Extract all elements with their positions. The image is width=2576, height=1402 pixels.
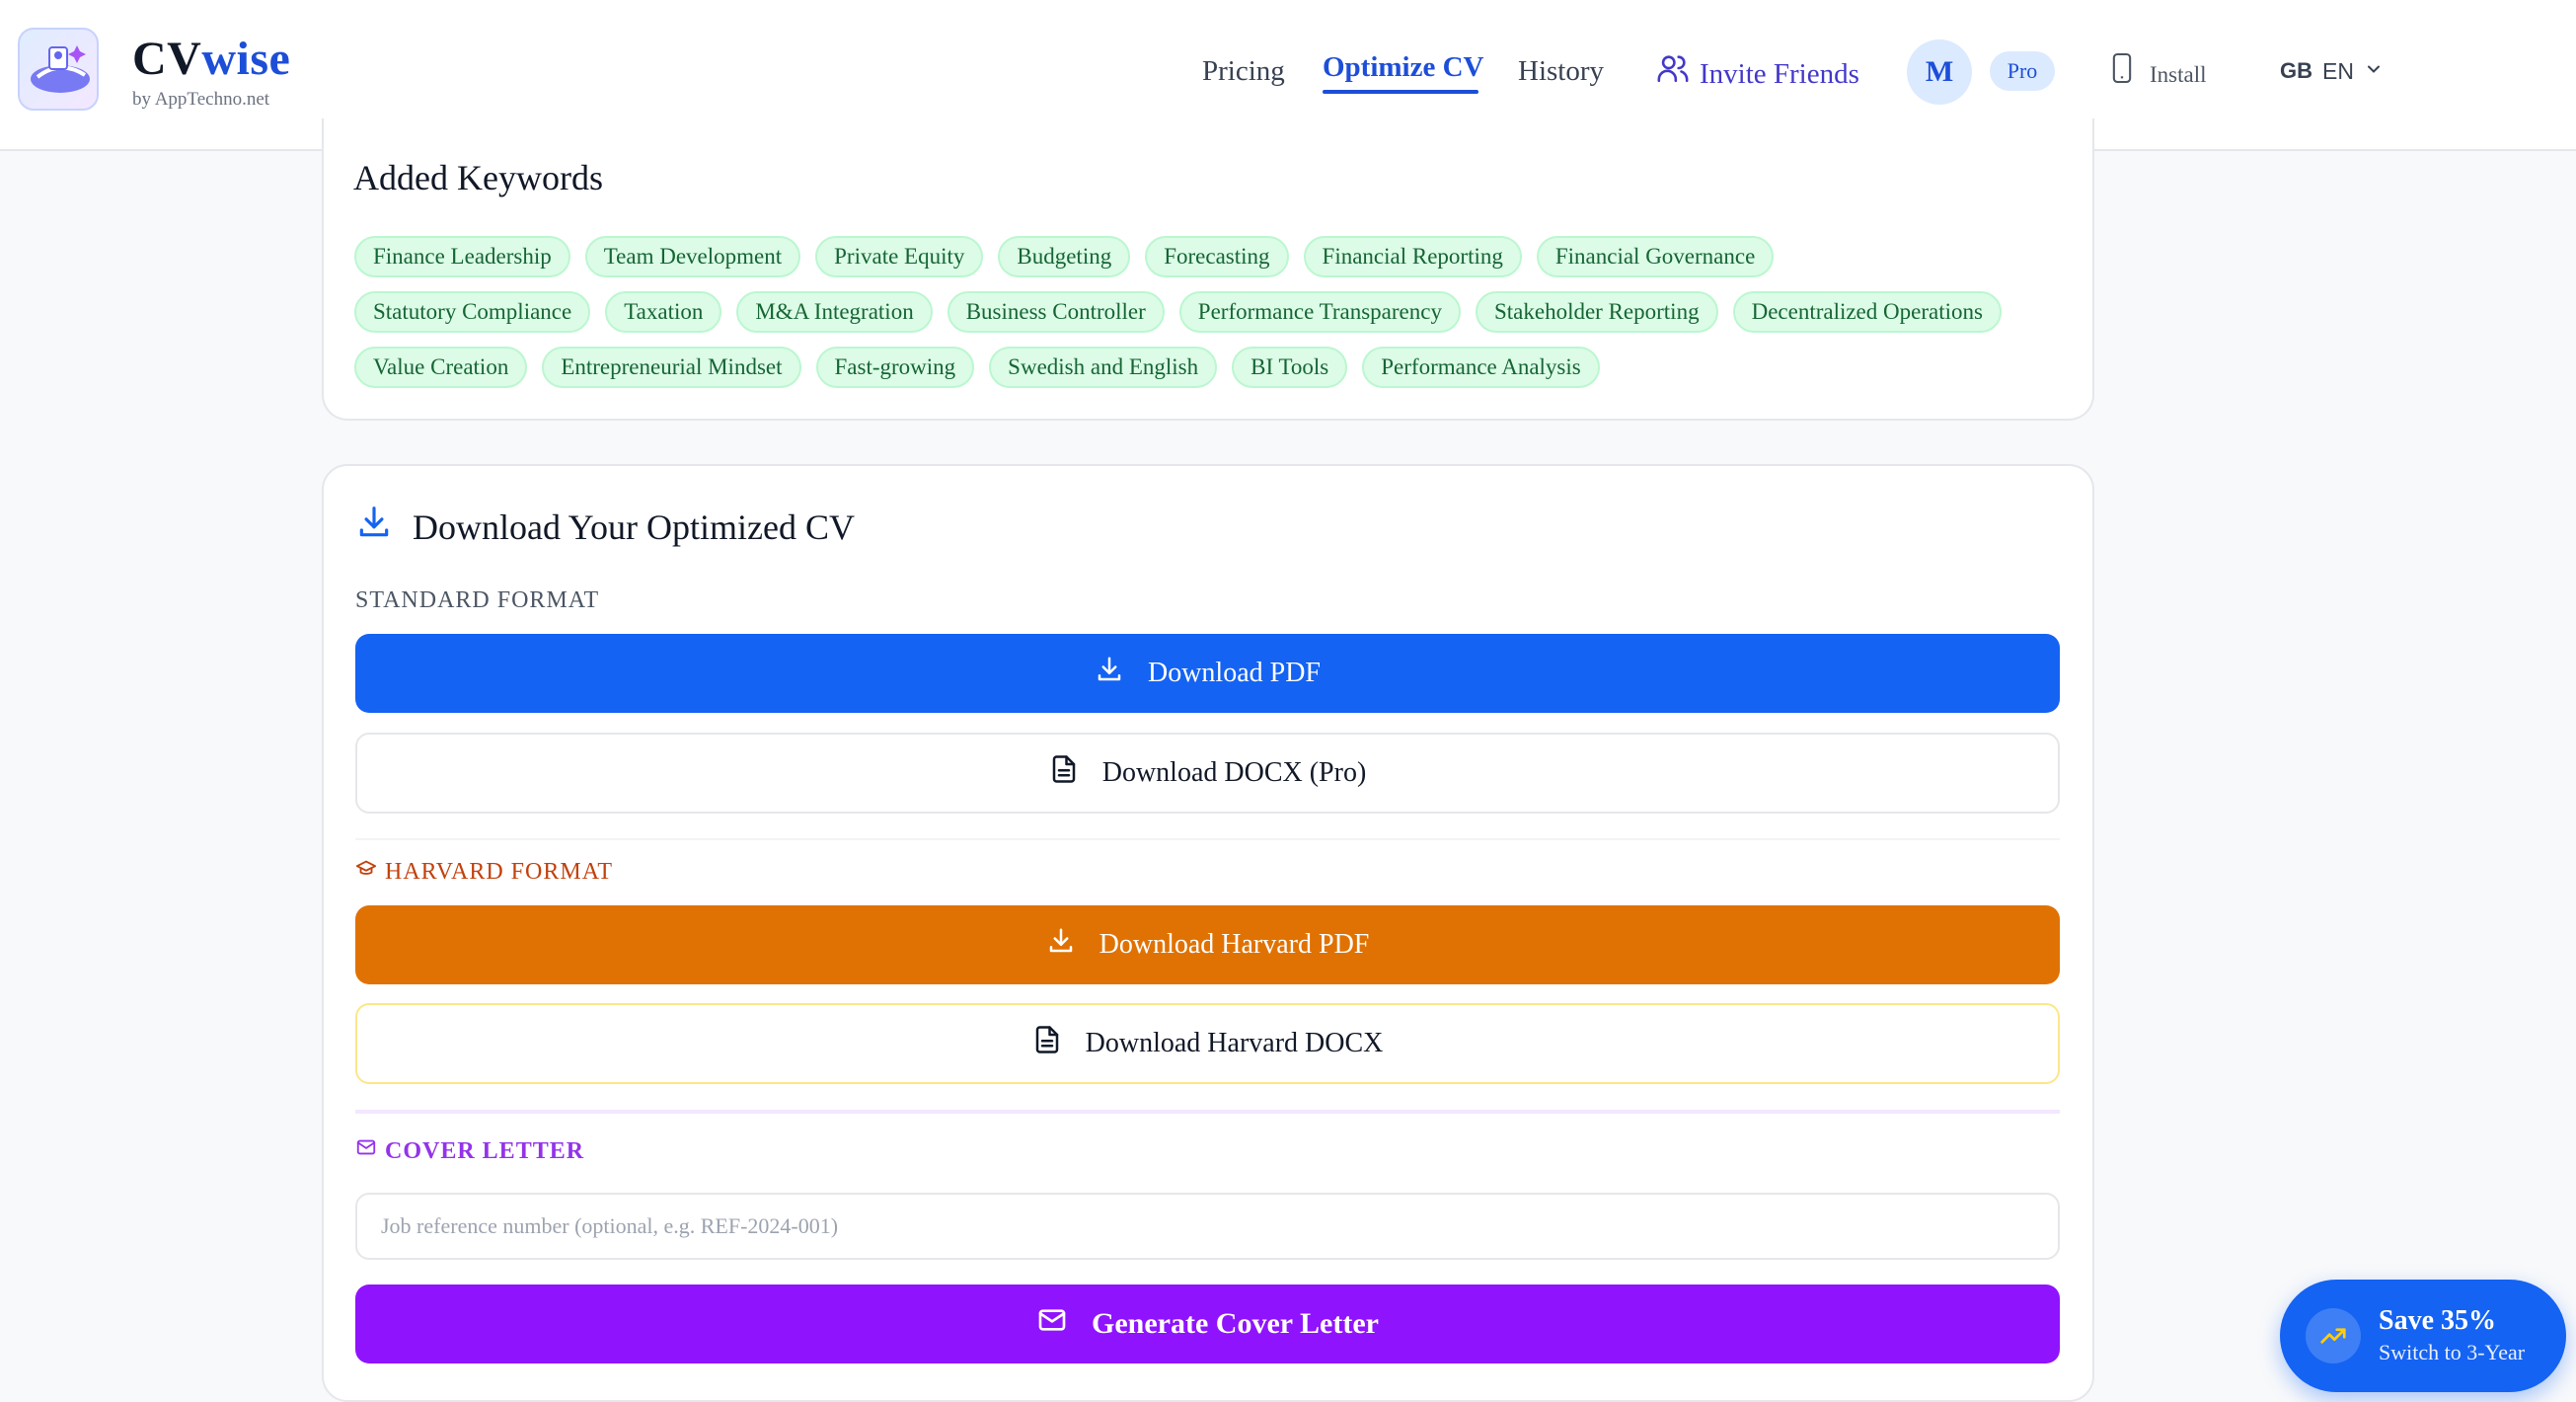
standard-format-label: STANDARD FORMAT	[355, 587, 600, 613]
download-pdf-label: Download PDF	[1147, 658, 1321, 688]
file-text-icon	[1049, 754, 1079, 792]
language-code: EN	[2322, 58, 2354, 84]
download-pdf-button[interactable]: Download PDF	[355, 634, 2060, 713]
users-icon	[1656, 51, 1690, 96]
keyword-chip: Performance Transparency	[1178, 291, 1461, 333]
active-nav-underline	[1323, 90, 1478, 94]
harvard-format-text: HARVARD FORMAT	[385, 859, 614, 885]
keyword-chip: Financial Governance	[1536, 236, 1775, 277]
nav-history[interactable]: History	[1518, 51, 1604, 91]
keyword-chip: Value Creation	[354, 347, 528, 388]
save-promo-button[interactable]: Save 35% Switch to 3-Year	[2280, 1280, 2566, 1392]
nav-optimize-cv[interactable]: Optimize CV	[1323, 47, 1484, 87]
keyword-chip: Performance Analysis	[1362, 347, 1600, 388]
trending-up-icon	[2306, 1308, 2361, 1363]
download-icon	[1095, 655, 1124, 692]
keyword-chip: Taxation	[605, 291, 722, 333]
mail-icon	[355, 1136, 377, 1166]
smartphone-icon	[2108, 51, 2136, 98]
harvard-format-label: HARVARD FORMAT	[355, 857, 613, 887]
generate-cover-letter-button[interactable]: Generate Cover Letter	[355, 1285, 2060, 1363]
download-harvard-pdf-label: Download Harvard PDF	[1099, 929, 1370, 960]
keyword-chip: Swedish and English	[989, 347, 1218, 388]
keyword-chip: M&A Integration	[736, 291, 933, 333]
install-button[interactable]: Install	[2108, 51, 2207, 98]
keyword-chip: Decentralized Operations	[1732, 291, 2002, 333]
keyword-chip: Statutory Compliance	[354, 291, 591, 333]
keyword-row-3: Value Creation Entrepreneurial Mindset F…	[354, 347, 1600, 388]
keyword-chip: Private Equity	[815, 236, 984, 277]
keyword-chip: Fast-growing	[815, 347, 975, 388]
nav-pricing[interactable]: Pricing	[1202, 51, 1285, 91]
plan-badge: Pro	[1990, 51, 2055, 91]
nav-invite-label: Invite Friends	[1700, 57, 1859, 90]
section-divider	[355, 838, 2060, 840]
keywords-title: Added Keywords	[353, 158, 603, 197]
promo-title: Save 35%	[2379, 1305, 2496, 1336]
download-harvard-pdf-button[interactable]: Download Harvard PDF	[355, 905, 2060, 984]
user-avatar[interactable]: M	[1907, 39, 1972, 105]
download-title: Download Your Optimized CV	[413, 507, 855, 547]
download-heading: Download Your Optimized CV	[355, 504, 855, 551]
download-icon	[355, 504, 393, 551]
brand-name-part2: wise	[201, 33, 291, 85]
keyword-chip: Financial Reporting	[1303, 236, 1522, 277]
region-code: GB	[2280, 58, 2312, 83]
brand-byline: by AppTechno.net	[132, 89, 270, 110]
keyword-chip: Finance Leadership	[354, 236, 570, 277]
cover-letter-label: COVER LETTER	[355, 1136, 584, 1166]
keyword-chip: Forecasting	[1145, 236, 1289, 277]
mail-icon	[1036, 1304, 1068, 1344]
keyword-chip: Business Controller	[947, 291, 1165, 333]
cover-letter-text: COVER LETTER	[385, 1138, 585, 1164]
job-reference-input[interactable]	[355, 1193, 2060, 1260]
brand-name[interactable]: CVwise	[132, 30, 290, 89]
keyword-row-1: Finance Leadership Team Development Priv…	[354, 236, 1775, 277]
download-harvard-docx-button[interactable]: Download Harvard DOCX	[355, 1003, 2060, 1084]
keyword-chip: Budgeting	[998, 236, 1131, 277]
language-selector[interactable]: GB EN	[2280, 51, 2384, 91]
install-label: Install	[2150, 61, 2207, 87]
download-icon	[1046, 926, 1076, 964]
keyword-row-2: Statutory Compliance Taxation M&A Integr…	[354, 291, 2002, 333]
download-harvard-docx-label: Download Harvard DOCX	[1085, 1028, 1384, 1058]
download-docx-button[interactable]: Download DOCX (Pro)	[355, 733, 2060, 814]
nav-invite-friends[interactable]: Invite Friends	[1656, 51, 1859, 96]
keyword-chip: Entrepreneurial Mindset	[542, 347, 801, 388]
keyword-chip: Team Development	[584, 236, 801, 277]
brand-name-part1: CV	[132, 33, 202, 85]
logo-icon[interactable]	[18, 28, 99, 111]
section-divider	[355, 1110, 2060, 1114]
file-text-icon	[1032, 1025, 1062, 1062]
promo-text: Save 35% Switch to 3-Year	[2379, 1304, 2525, 1367]
generate-cover-letter-label: Generate Cover Letter	[1092, 1307, 1379, 1340]
keyword-chip: BI Tools	[1232, 347, 1348, 388]
graduation-cap-icon	[355, 857, 377, 887]
promo-subtitle: Switch to 3-Year	[2379, 1340, 2526, 1364]
keyword-chip: Stakeholder Reporting	[1475, 291, 1718, 333]
download-docx-label: Download DOCX (Pro)	[1101, 757, 1367, 788]
chevron-down-icon	[2364, 51, 2384, 91]
